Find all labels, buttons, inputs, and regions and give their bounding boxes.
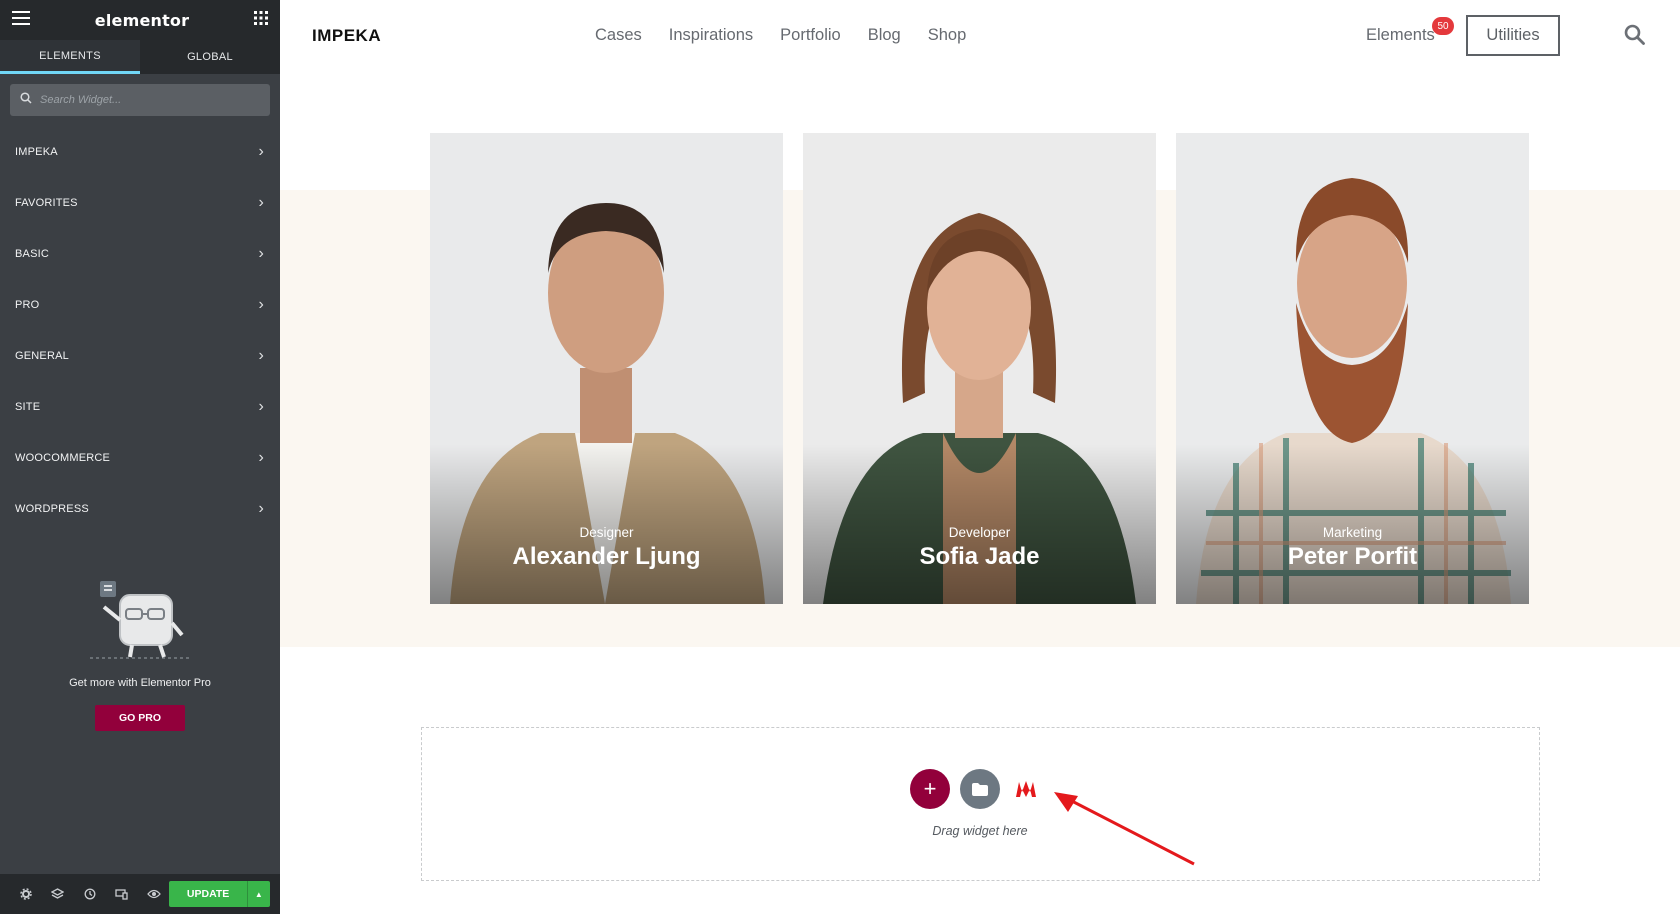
preview-eye-icon[interactable] — [138, 889, 170, 899]
settings-icon[interactable] — [10, 888, 42, 900]
update-options-caret-icon[interactable]: ▲ — [246, 881, 270, 907]
chevron-right-icon: › — [258, 499, 264, 517]
category-site[interactable]: SITE › — [0, 381, 280, 432]
hamburger-menu-icon[interactable] — [12, 10, 30, 30]
panel-footer: UPDATE ▲ — [0, 874, 280, 914]
panel-header: elementor — [0, 0, 280, 40]
card-gradient-overlay — [803, 444, 1156, 604]
annotation-arrow-icon — [1054, 792, 1195, 866]
category-label: IMPEKA — [15, 145, 58, 158]
add-section-plus-icon[interactable]: + — [910, 769, 950, 809]
update-button[interactable]: UPDATE — [169, 881, 247, 907]
chevron-right-icon: › — [258, 193, 264, 211]
elements-count-badge: 50 — [1432, 17, 1454, 35]
history-icon[interactable] — [74, 888, 106, 900]
menu-item-cases[interactable]: Cases — [595, 26, 642, 45]
menu-item-portfolio[interactable]: Portfolio — [780, 26, 841, 45]
utilities-button[interactable]: Utilities — [1466, 15, 1560, 56]
panel-tabs: ELEMENTS GLOBAL — [0, 40, 280, 74]
widget-search-input[interactable] — [40, 94, 240, 106]
category-label: GENERAL — [15, 349, 69, 362]
site-header: IMPEKA Cases Inspirations Portfolio Blog… — [280, 0, 1680, 72]
category-label: SITE — [15, 400, 41, 413]
category-woocommerce[interactable]: WOOCOMMERCE › — [0, 432, 280, 483]
category-label: PRO — [15, 298, 40, 311]
team-card[interactable]: Designer Alexander Ljung — [430, 133, 783, 604]
elementor-logo: elementor — [94, 10, 190, 30]
category-basic[interactable]: BASIC › — [0, 228, 280, 279]
responsive-icon[interactable] — [106, 888, 138, 900]
tab-elements[interactable]: ELEMENTS — [0, 40, 140, 74]
member-role: Designer — [579, 525, 634, 540]
team-card[interactable]: Developer Sofia Jade — [803, 133, 1156, 604]
chevron-right-icon: › — [258, 244, 264, 262]
category-label: WORDPRESS — [15, 502, 89, 515]
member-name: Peter Porfit — [1287, 543, 1418, 570]
pro-promo: Get more with Elementor Pro GO PRO — [0, 575, 280, 731]
impeka-templates-logo-icon[interactable] — [1016, 780, 1036, 803]
tab-global[interactable]: GLOBAL — [140, 40, 280, 74]
member-name: Sofia Jade — [919, 543, 1040, 570]
category-list: IMPEKA › FAVORITES › BASIC › PRO › GENERAL › … — [0, 126, 280, 534]
category-pro[interactable]: PRO › — [0, 279, 280, 330]
apps-grid-icon[interactable] — [254, 10, 268, 30]
category-impeka[interactable]: IMPEKA › — [0, 126, 280, 177]
category-wordpress[interactable]: WORDPRESS › — [0, 483, 280, 534]
layers-icon[interactable] — [42, 888, 74, 900]
menu-item-shop[interactable]: Shop — [928, 26, 967, 45]
menu-item-inspirations[interactable]: Inspirations — [669, 26, 753, 45]
template-library-folder-icon[interactable] — [960, 769, 1000, 809]
category-label: BASIC — [15, 247, 50, 260]
team-card[interactable]: Marketing Peter Porfit — [1176, 133, 1529, 604]
mascot-illustration-icon — [90, 581, 190, 664]
category-favorites[interactable]: FAVORITES › — [0, 177, 280, 228]
chevron-right-icon: › — [258, 142, 264, 160]
go-pro-button[interactable]: GO PRO — [95, 705, 185, 731]
search-icon — [20, 91, 32, 109]
main-menu: Cases Inspirations Portfolio Blog Shop — [595, 26, 993, 45]
widget-search-box — [10, 84, 270, 116]
chevron-right-icon: › — [258, 397, 264, 415]
category-label: FAVORITES — [15, 196, 78, 209]
category-general[interactable]: GENERAL › — [0, 330, 280, 381]
member-role: Marketing — [1322, 525, 1383, 540]
chevron-right-icon: › — [258, 448, 264, 466]
elements-link[interactable]: Elements — [1366, 26, 1435, 45]
search-icon[interactable] — [1624, 24, 1645, 50]
member-role: Developer — [948, 525, 1011, 540]
chevron-right-icon: › — [258, 346, 264, 364]
card-gradient-overlay — [1176, 444, 1529, 604]
member-name: Alexander Ljung — [512, 543, 701, 570]
page-canvas: IMPEKA Cases Inspirations Portfolio Blog… — [280, 0, 1680, 914]
chevron-right-icon: › — [258, 295, 264, 313]
site-logo[interactable]: IMPEKA — [312, 26, 381, 46]
promo-text: Get more with Elementor Pro — [69, 677, 211, 689]
category-label: WOOCOMMERCE — [15, 451, 111, 464]
menu-item-blog[interactable]: Blog — [868, 26, 901, 45]
elementor-panel: elementor ELEMENTS GLOBAL IMPEKA › FAVORI… — [0, 0, 280, 914]
card-gradient-overlay — [430, 444, 783, 604]
